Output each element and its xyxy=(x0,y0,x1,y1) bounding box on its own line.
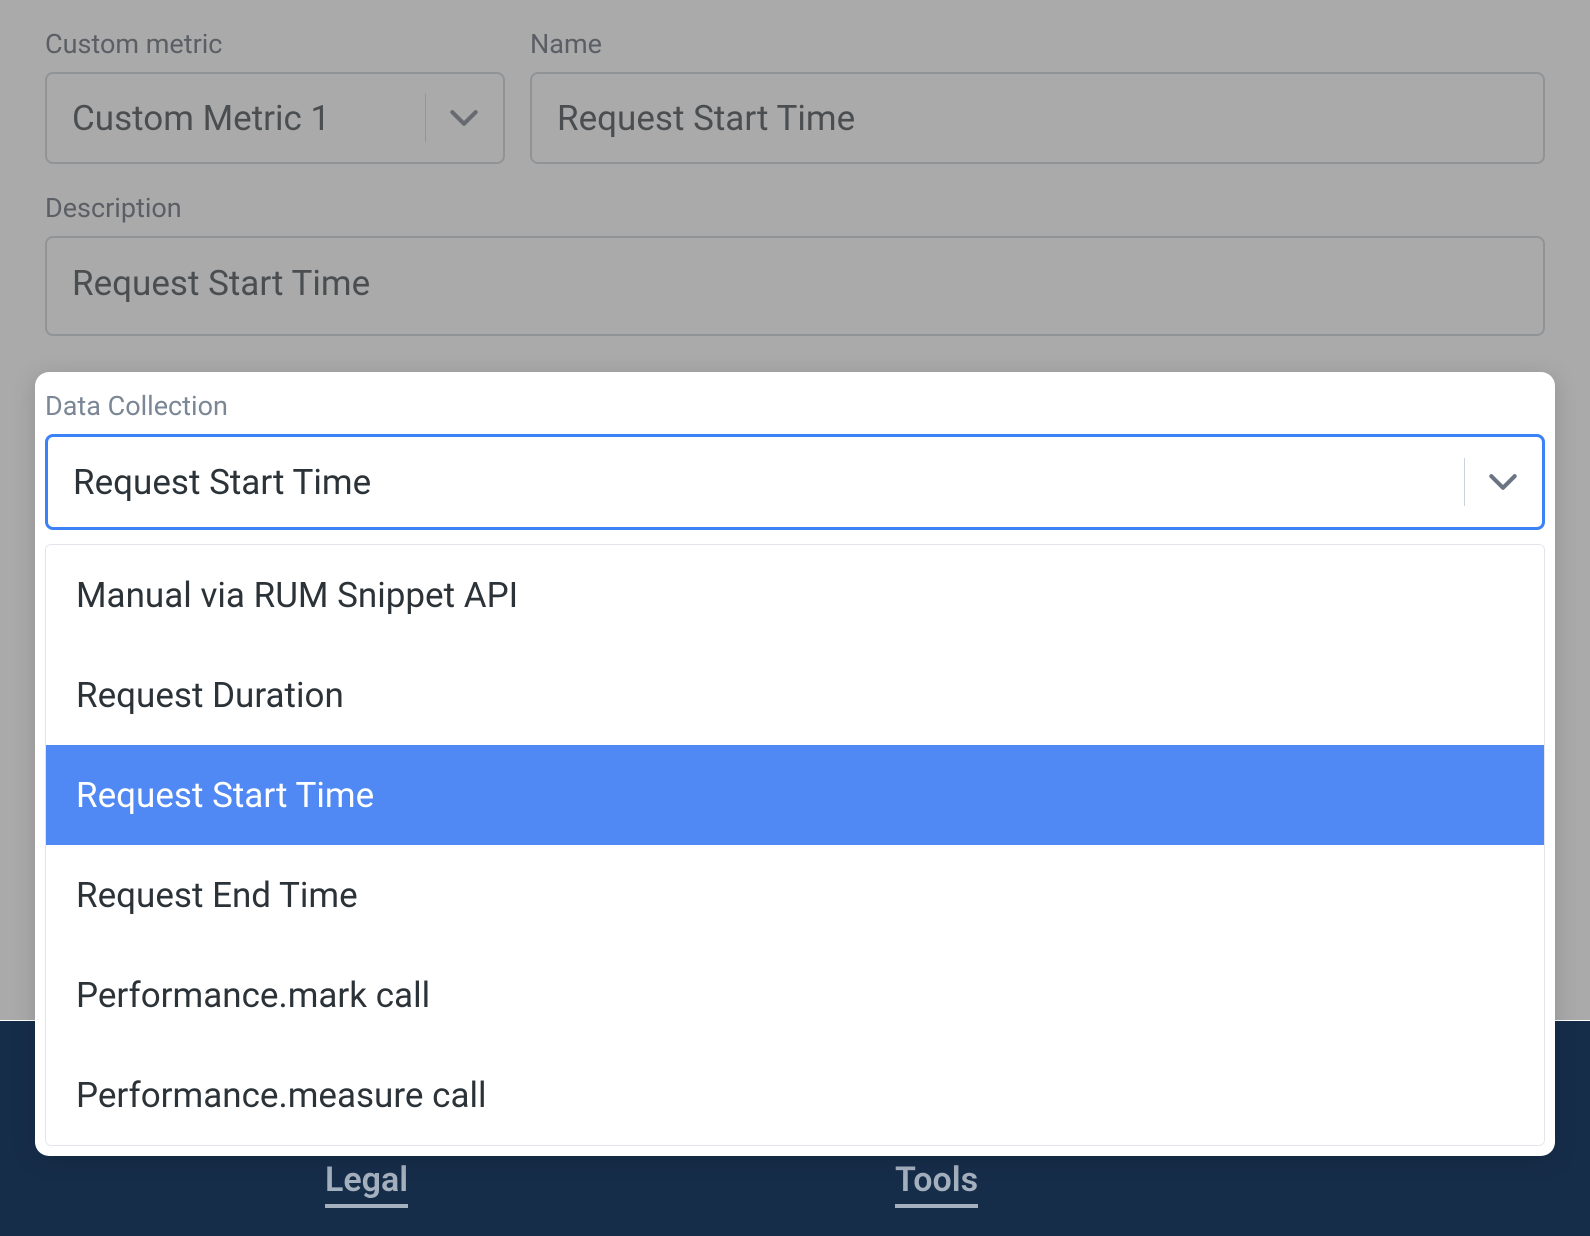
footer-link-tools[interactable]: Tools xyxy=(895,1160,978,1208)
data-collection-value: Request Start Time xyxy=(73,462,1464,503)
custom-metric-label: Custom metric xyxy=(45,28,505,60)
data-collection-label: Data Collection xyxy=(45,390,1545,422)
data-collection-options: Manual via RUM Snippet APIRequest Durati… xyxy=(45,544,1545,1146)
chevron-down-icon xyxy=(1489,468,1517,496)
name-input[interactable]: Request Start Time xyxy=(530,72,1545,164)
description-field-group: Description Request Start Time xyxy=(45,192,1545,336)
chevron-down-icon xyxy=(450,104,478,132)
data-collection-option[interactable]: Request Start Time xyxy=(46,745,1544,845)
data-collection-option[interactable]: Performance.measure call xyxy=(46,1045,1544,1145)
description-input[interactable]: Request Start Time xyxy=(45,236,1545,336)
custom-metric-field-group: Custom metric Custom Metric 1 xyxy=(45,28,505,164)
footer-link-legal[interactable]: Legal xyxy=(325,1160,408,1208)
data-collection-option[interactable]: Request End Time xyxy=(46,845,1544,945)
data-collection-option[interactable]: Request Duration xyxy=(46,645,1544,745)
select-divider xyxy=(1464,458,1465,506)
data-collection-option[interactable]: Performance.mark call xyxy=(46,945,1544,1045)
name-label: Name xyxy=(530,28,1545,60)
custom-metric-select[interactable]: Custom Metric 1 xyxy=(45,72,505,164)
data-collection-select[interactable]: Request Start Time xyxy=(45,434,1545,530)
data-collection-dropdown: Data Collection Request Start Time Manua… xyxy=(35,372,1555,1156)
name-input-value: Request Start Time xyxy=(557,98,855,139)
select-divider xyxy=(425,94,426,142)
description-label: Description xyxy=(45,192,1545,224)
custom-metric-value: Custom Metric 1 xyxy=(72,98,425,139)
name-field-group: Name Request Start Time xyxy=(530,28,1545,164)
description-input-value: Request Start Time xyxy=(72,263,370,304)
data-collection-option[interactable]: Manual via RUM Snippet API xyxy=(46,545,1544,645)
